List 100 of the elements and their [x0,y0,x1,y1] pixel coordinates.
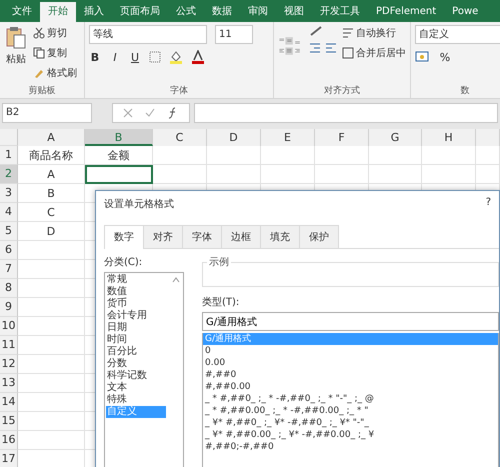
type-item[interactable]: _ ¥* #,##0_ ;_ ¥* -#,##0_ ;_ ¥* "-"_ [203,417,498,429]
row-header[interactable]: 15 [0,412,18,431]
row-header[interactable]: 4 [0,203,18,222]
scissors-icon [33,26,45,38]
category-item[interactable]: 日期 [106,322,166,334]
row-header[interactable]: 6 [0,241,18,260]
table-cell [476,146,500,165]
dialog-tab[interactable]: 边框 [221,225,261,248]
underline-button[interactable]: U [129,50,141,64]
row-header[interactable]: 11 [0,336,18,355]
column-header[interactable]: B [85,129,153,146]
category-item[interactable]: 时间 [106,334,166,346]
format-painter-button[interactable]: 格式刷 [33,65,77,80]
category-item[interactable]: 科学记数 [106,370,166,382]
currency-icon[interactable] [415,50,431,64]
category-item[interactable]: 常规 [106,274,166,286]
sample-label: 示例 [208,256,230,269]
category-item[interactable]: 数值 [106,286,166,298]
check-icon[interactable] [145,108,155,118]
type-label: 类型(T): [202,296,240,309]
paste-button[interactable]: 粘贴 [4,25,28,67]
column-header[interactable]: C [153,129,207,146]
ribbon-tab[interactable]: 开始 [40,2,76,22]
cut-button[interactable]: 剪切 [33,25,77,40]
dialog-tab[interactable]: 对齐 [143,225,183,248]
ribbon-tab[interactable]: PDFelement [368,2,444,22]
group-label: 对齐方式 [323,84,361,98]
ribbon-tab[interactable]: 公式 [168,2,204,22]
row-header[interactable]: 13 [0,374,18,393]
italic-button[interactable]: I [109,50,121,64]
table-cell: 金额 [85,146,153,165]
cancel-icon[interactable] [123,108,133,118]
help-button[interactable]: ? [486,197,491,211]
row-header[interactable]: 7 [0,260,18,279]
dialog-tab[interactable]: 保护 [299,225,339,248]
column-header[interactable]: F [315,129,369,146]
column-header[interactable]: D [207,129,261,146]
row-header[interactable]: 1 [0,146,18,165]
row-header[interactable]: 12 [0,355,18,374]
type-item[interactable]: #,##0.00 [203,381,498,393]
row-header[interactable]: 8 [0,279,18,298]
row-header[interactable]: 5 [0,222,18,241]
ribbon-tab[interactable]: Powe [444,2,486,22]
row-header[interactable]: 14 [0,393,18,412]
row-header[interactable]: 2 [0,165,18,184]
name-box[interactable]: B2 [2,103,92,123]
column-header[interactable]: G [369,129,422,146]
type-item[interactable]: #,##0;-#,##0 [203,441,498,453]
table-cell: 商品名称 [18,146,85,165]
wrap-text-icon [342,26,354,38]
dialog-tab[interactable]: 填充 [260,225,300,248]
bold-button[interactable]: B [89,50,101,64]
ribbon-tab[interactable]: 开发工具 [312,2,368,22]
ribbon-tab[interactable]: 视图 [276,2,312,22]
type-item[interactable]: 0 [203,345,498,357]
wrap-text-button[interactable]: 自动换行 [342,25,406,40]
ribbon-tab[interactable]: 数据 [204,2,240,22]
copy-icon [33,46,45,58]
row-header[interactable]: 16 [0,431,18,450]
ribbon-tab[interactable]: 文件 [4,2,40,22]
font-size-field[interactable]: 11 [215,25,253,44]
table-cell: B [18,184,85,203]
column-header[interactable]: H [422,129,476,146]
type-item[interactable]: 0.00 [203,357,498,369]
ribbon-tab[interactable]: 插入 [76,2,112,22]
type-item[interactable]: _ * #,##0_ ;_ * -#,##0_ ;_ * "-"_ ;_ @ [203,393,498,405]
merge-icon [342,46,354,58]
ribbon-tab[interactable]: 审阅 [240,2,276,22]
merge-center-button[interactable]: 合并后居中 [342,45,406,60]
font-color-icon[interactable] [191,50,205,64]
formula-input[interactable] [194,103,498,123]
indent-icon[interactable] [309,42,337,54]
category-item[interactable]: 货币 [106,298,166,310]
dialog-tab[interactable]: 数字 [104,225,144,249]
row-header[interactable]: 9 [0,298,18,317]
row-header[interactable]: 3 [0,184,18,203]
type-input[interactable]: G/通用格式 [202,312,499,331]
table-cell [207,146,261,165]
category-item[interactable]: 特殊 [106,394,166,406]
dialog-tab[interactable]: 字体 [182,225,222,248]
row-header[interactable]: 10 [0,317,18,336]
fill-color-icon[interactable] [169,50,183,64]
category-item[interactable]: 会计专用 [106,310,166,322]
ribbon-tab[interactable]: 页面布局 [112,2,168,22]
category-item[interactable]: 文本 [106,382,166,394]
dialog-title: 设置单元格格式 [104,198,174,211]
font-name-field[interactable]: 等线 [89,25,207,44]
category-item[interactable]: 百分比 [106,346,166,358]
border-icon[interactable] [149,51,161,63]
type-item[interactable]: _ * #,##0.00_ ;_ * -#,##0.00_ ;_ * " [203,405,498,417]
row-header[interactable]: 17 [0,450,18,467]
type-item[interactable]: #,##0 [203,369,498,381]
copy-button[interactable]: 复制 [33,45,77,60]
number-format-field[interactable]: 自定义 [415,25,500,44]
category-item[interactable]: 分数 [106,358,166,370]
column-header[interactable]: E [261,129,315,146]
scroll-up-icon[interactable] [172,277,180,283]
group-label: 数 [460,84,470,98]
percent-button[interactable]: % [439,50,451,64]
type-item[interactable]: _ ¥* #,##0.00_ ;_ ¥* -#,##0.00_ ;_ ¥ [203,429,498,441]
